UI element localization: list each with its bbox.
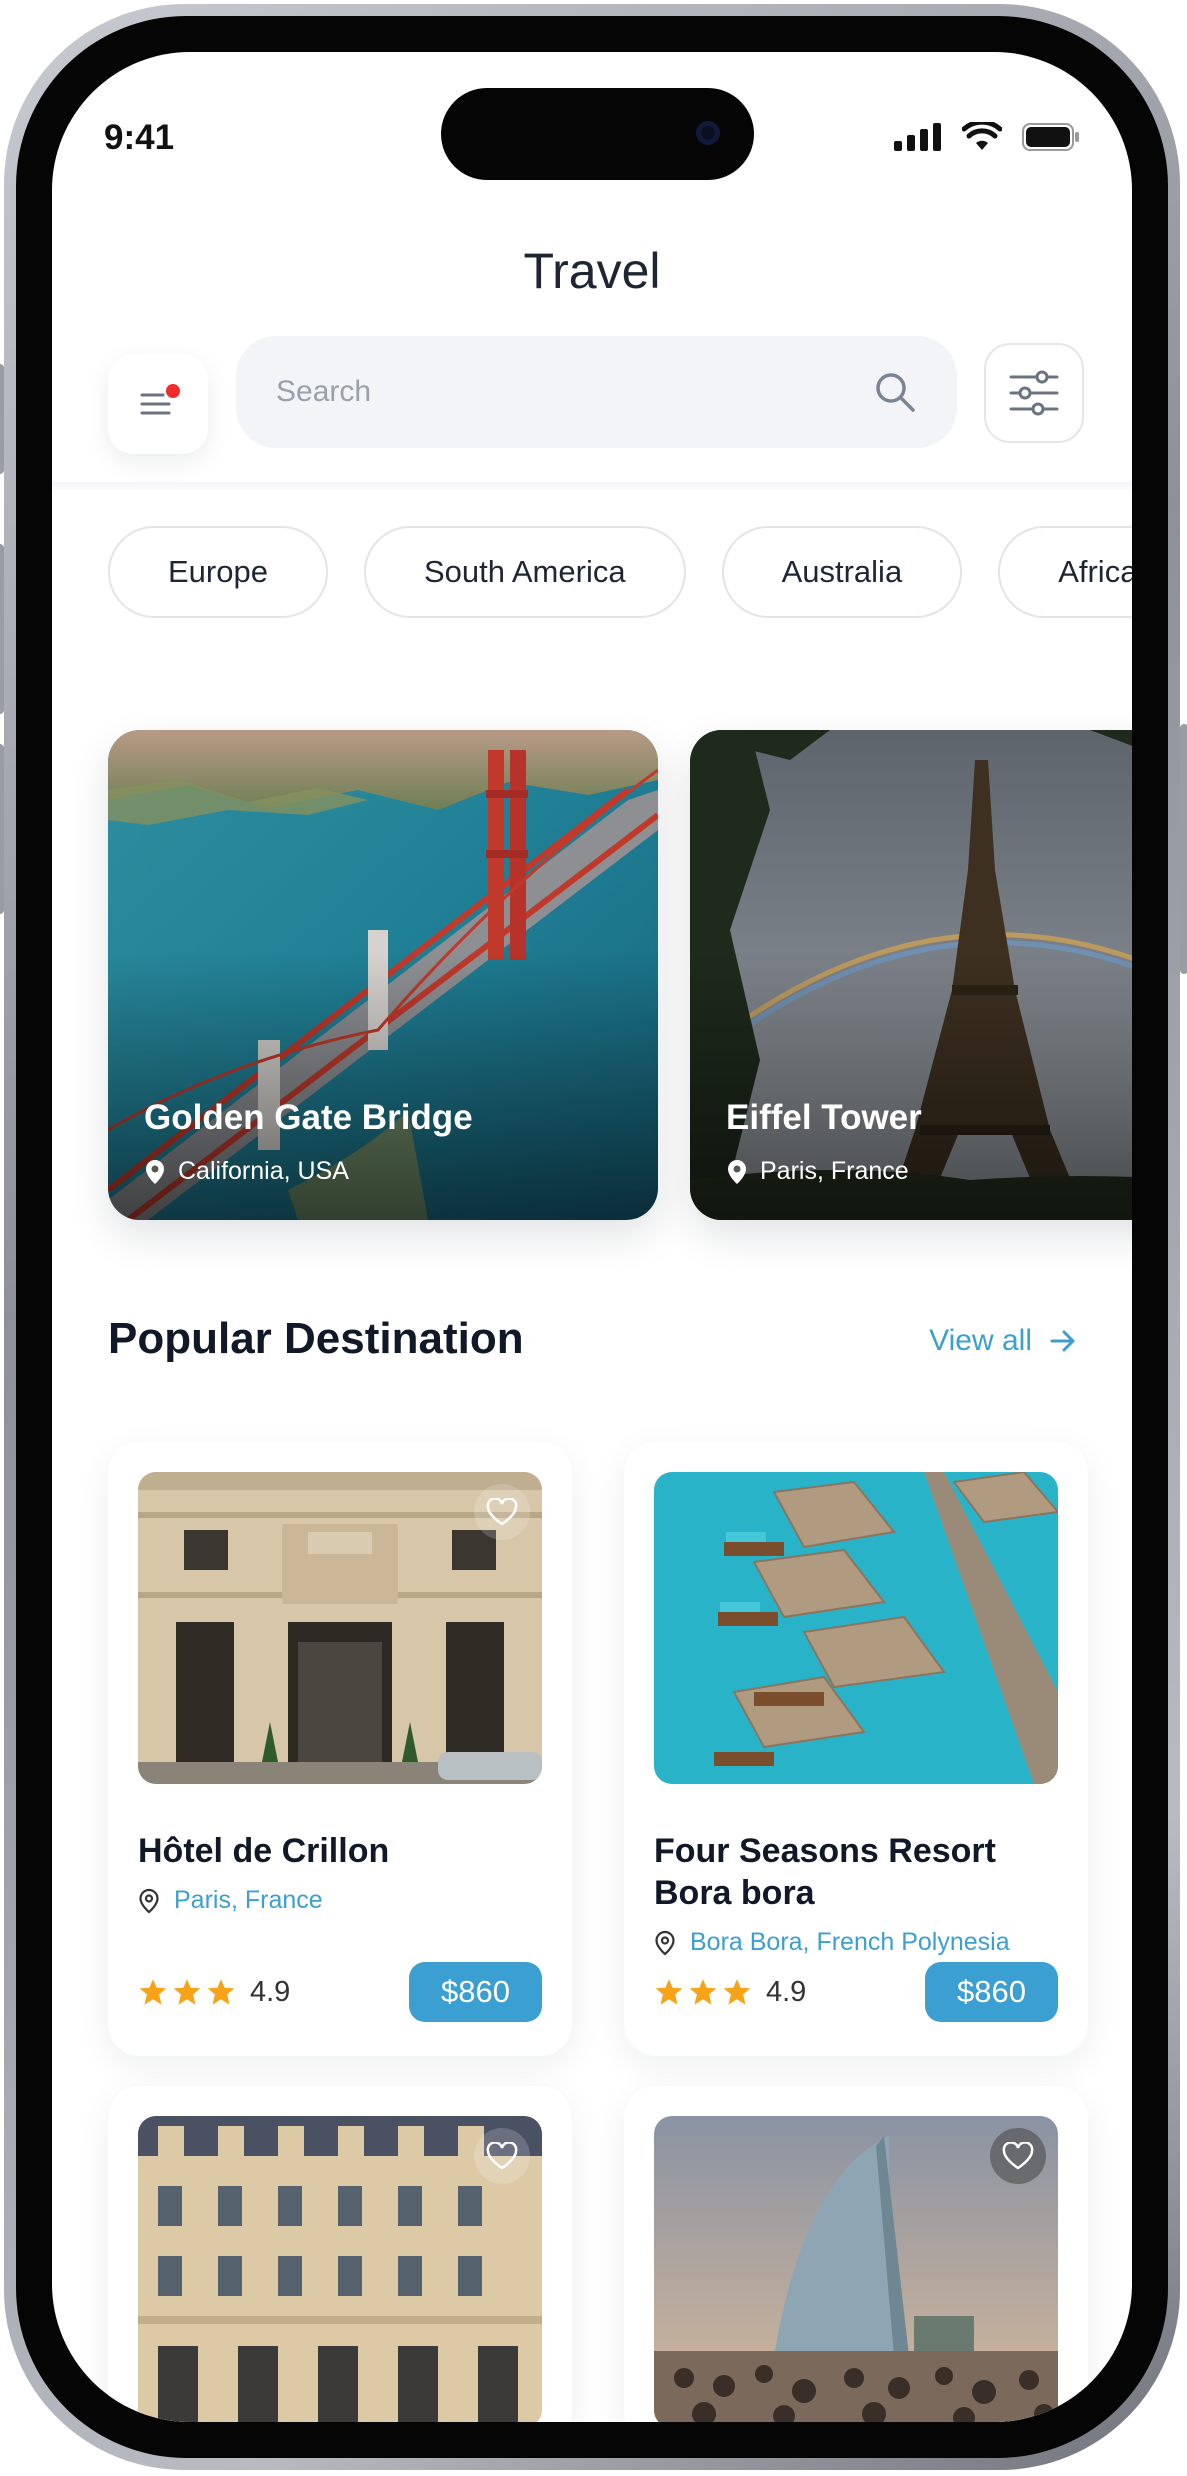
destination-location: Bora Bora, French Polynesia [654,1928,1058,1957]
destination-card-w-barcelona[interactable] [624,2086,1088,2422]
page-title: Travel [523,243,661,299]
menu-button[interactable] [108,354,208,454]
notification-dot [166,384,180,398]
search-bar[interactable] [236,336,957,448]
header-divider [52,482,1132,490]
status-icons [894,122,1080,152]
destination-image [138,1472,542,1784]
destination-image [654,2116,1058,2422]
star-icon [139,1979,167,2005]
destination-location-text: Paris, France [174,1886,323,1914]
featured-card-eiffel-tower[interactable]: Eiffel Tower Paris, France [690,730,1132,1220]
region-chip-south-america[interactable]: South America [363,526,686,618]
heart-icon [1002,2142,1034,2170]
destination-card-four-seasons-bora-bora[interactable]: Four Seasons Resort Bora bora Bora Bora,… [624,1442,1088,2056]
star-icon [723,1979,751,2005]
destination-location: Paris, France [138,1886,542,1915]
location-pin-icon [655,1930,675,1955]
featured-location-text: California, USA [178,1157,349,1185]
favorite-button[interactable] [474,1484,530,1540]
rating-value: 4.9 [250,1975,291,2008]
popular-grid: Hôtel de Crillon Paris, France 4.9 $860 [108,1442,1088,2422]
destination-card-place-vendome[interactable] [108,2086,572,2422]
featured-location: California, USA [146,1157,349,1186]
side-button-volume-down [0,744,4,914]
phone-bezel: 9:41 Travel Europe South Ameri [16,16,1168,2458]
app-screen: 9:41 Travel Europe South Ameri [52,52,1132,2422]
heart-icon [486,1498,518,1526]
region-chip-australia[interactable]: Australia [721,526,963,618]
card-footer: 4.9 $860 [654,1962,1058,2022]
featured-location-text: Paris, France [760,1157,909,1185]
favorite-button[interactable] [990,2128,1046,2184]
location-pin-icon [146,1159,164,1184]
filter-button[interactable] [984,343,1084,443]
destination-location-text: Bora Bora, French Polynesia [690,1928,1010,1956]
rating: 4.9 [654,1976,806,2009]
cellular-signal-icon [894,123,941,151]
star-icon [655,1979,683,2005]
price-button[interactable]: $860 [925,1962,1058,2022]
region-chip-africa[interactable]: Africa [998,526,1132,618]
wifi-icon [962,122,1002,150]
destination-card-hotel-de-crillon[interactable]: Hôtel de Crillon Paris, France 4.9 $860 [108,1442,572,2056]
region-chip-europe[interactable]: Europe [108,526,328,618]
view-all-link[interactable]: View all [929,1324,1076,1358]
rating-value: 4.9 [766,1975,807,2008]
featured-name: Golden Gate Bridge [144,1098,473,1137]
search-input[interactable] [276,375,873,409]
destination-name: Hôtel de Crillon [138,1832,390,1870]
featured-name: Eiffel Tower [726,1098,922,1137]
destination-image [138,2116,542,2422]
sliders-icon [1009,370,1059,416]
star-icon [689,1979,717,2005]
status-time: 9:41 [104,118,175,157]
card-footer: 4.9 $860 [138,1962,542,2022]
heart-icon [486,2142,518,2170]
phone-frame: 9:41 Travel Europe South Ameri [0,4,1187,2470]
rating: 4.9 [138,1976,290,2009]
side-button-power [1180,724,1187,974]
dynamic-island [441,88,754,180]
price-button[interactable]: $860 [409,1962,542,2022]
featured-carousel: Golden Gate Bridge California, USA Eiffe… [108,730,1132,1220]
featured-card-golden-gate[interactable]: Golden Gate Bridge California, USA [108,730,658,1220]
arrow-right-icon [1050,1330,1075,1352]
destination-name: Four Seasons Resort Bora bora [654,1832,996,1912]
search-icon[interactable] [873,370,917,414]
star-icon [173,1979,201,2005]
region-chips: Europe South America Australia Africa [108,526,1132,618]
location-pin-icon [728,1159,746,1184]
location-pin-icon [139,1888,159,1913]
featured-location: Paris, France [728,1157,909,1186]
section-title: Popular Destination [108,1314,524,1363]
destination-image [654,1472,1058,1784]
star-icon [207,1979,235,2005]
favorite-button[interactable] [474,2128,530,2184]
view-all-label: View all [929,1324,1032,1357]
bora-bora-photo [654,1472,1058,1784]
camera-icon [696,121,720,145]
side-button-action [0,364,4,474]
side-button-volume-up [0,544,4,714]
battery-icon [1022,123,1079,151]
